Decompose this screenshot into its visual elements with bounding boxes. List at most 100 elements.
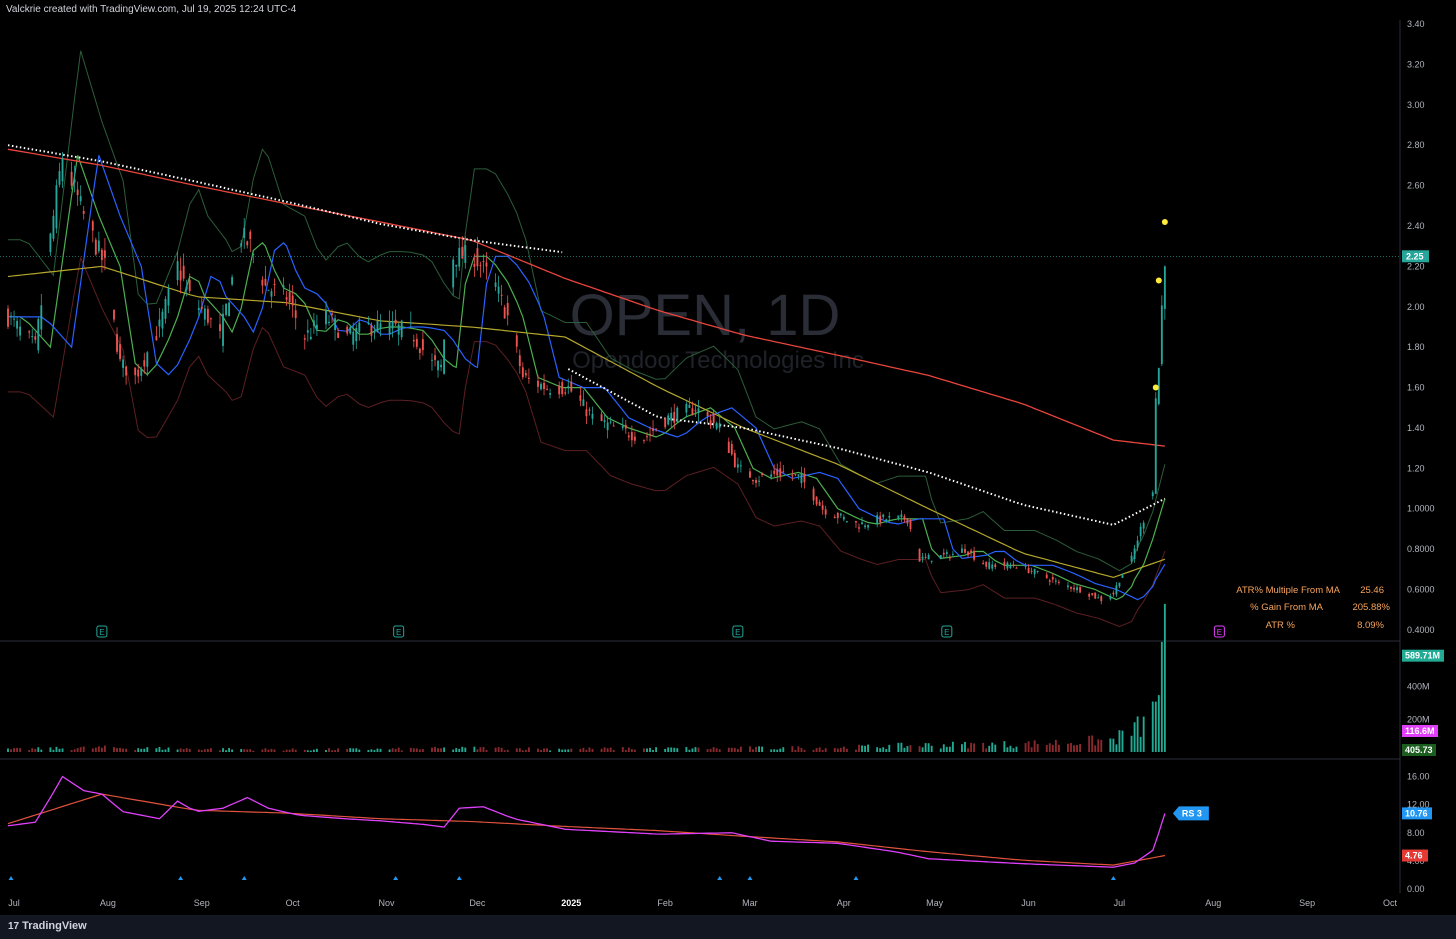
candle-body — [113, 309, 115, 320]
volume-bar — [558, 748, 561, 752]
volume-bar — [882, 747, 885, 752]
volume-bar — [970, 742, 972, 752]
candle-body — [752, 479, 754, 482]
volume-bar — [1024, 743, 1027, 752]
candle-body — [770, 474, 773, 477]
volume-bar — [879, 748, 882, 752]
candle-body — [134, 367, 137, 376]
candle-body — [1151, 492, 1154, 497]
volume-bar — [812, 749, 815, 752]
volume-bar — [503, 750, 506, 752]
candle-body — [222, 313, 224, 346]
volume-bar — [1009, 745, 1012, 752]
volume-bar — [588, 747, 591, 752]
volume-bar — [715, 748, 718, 752]
candle-body — [1142, 522, 1145, 529]
candle-body — [464, 245, 467, 263]
volume-bar — [137, 748, 140, 752]
volume-bar — [621, 747, 624, 752]
volume-bar — [727, 747, 730, 752]
volume-bar — [440, 748, 443, 752]
volume-bar — [1054, 739, 1057, 752]
candle-body — [1115, 585, 1118, 595]
volume-bar — [409, 747, 412, 752]
candle-body — [358, 322, 361, 332]
rs-axis-tick: 0.00 — [1407, 884, 1425, 894]
volume-bar — [28, 750, 31, 752]
candle-body — [1130, 555, 1133, 562]
candle-body — [1003, 561, 1006, 566]
candle-body — [800, 473, 803, 484]
stat-value-gain-from-ma: 205.88% — [1352, 602, 1390, 613]
volume-bar — [246, 749, 249, 752]
candle-body — [331, 313, 333, 315]
volume-bar — [1006, 747, 1009, 752]
chart-canvas[interactable]: OPEN, 1D Opendoor Technologies Inc EEEEE… — [0, 0, 1456, 915]
candle-body — [540, 383, 542, 390]
candle-body — [842, 516, 845, 520]
candle-body — [1054, 580, 1057, 582]
volume-bar — [34, 748, 37, 752]
candle-body — [73, 179, 76, 183]
candle-body — [864, 525, 866, 528]
candle-body — [903, 516, 906, 520]
candle-body — [815, 496, 818, 505]
candle-body — [794, 474, 797, 476]
candle-body — [688, 404, 691, 409]
volume-bar — [13, 748, 15, 752]
time-axis-tick: Sep — [1299, 898, 1315, 908]
volume-bar — [1160, 641, 1163, 752]
volume-bar — [225, 750, 227, 752]
volume-bar — [79, 747, 82, 752]
candle-body — [824, 509, 827, 515]
candle-body — [461, 247, 464, 259]
price-axis-tick: 0.6000 — [1407, 585, 1435, 595]
volume-bar — [527, 747, 530, 752]
volume-bar — [261, 749, 264, 752]
volume-bar — [633, 749, 636, 752]
volume-bar — [461, 746, 464, 752]
candle-body — [61, 157, 64, 182]
candle-body — [346, 326, 349, 334]
volume-last-label: 589.71M — [1405, 651, 1440, 661]
volume-bar — [836, 748, 839, 752]
candle-body — [845, 521, 848, 523]
candle-body — [391, 321, 394, 329]
candle-body — [28, 331, 31, 333]
volume-bar — [948, 746, 951, 752]
volume-bar — [231, 749, 234, 752]
price-axis-tick: 3.40 — [1407, 19, 1425, 29]
volume-bar — [264, 748, 267, 752]
volume-bar — [1091, 735, 1094, 752]
candle-body — [231, 277, 234, 285]
price-axis-tick: 2.60 — [1407, 181, 1425, 191]
volume-bar — [1115, 744, 1118, 752]
candle-body — [312, 320, 315, 326]
volume-bar — [770, 749, 773, 752]
price-axis-tick: 2.40 — [1407, 221, 1425, 231]
volume-bar — [197, 749, 200, 752]
candle-body — [927, 554, 930, 560]
candle-body — [982, 562, 985, 565]
candle-body — [1094, 592, 1097, 599]
candle-body — [727, 441, 730, 454]
volume-bar — [76, 748, 79, 752]
volume-bar — [1163, 603, 1166, 752]
watermark-symbol: OPEN, 1D — [570, 283, 841, 348]
candle-body — [1009, 564, 1012, 568]
tradingview-logo[interactable]: 17 TradingView — [8, 920, 87, 932]
volume-bar — [431, 747, 433, 752]
volume-bar — [1073, 745, 1075, 752]
volume-bar — [188, 748, 191, 752]
candle-body — [1076, 587, 1078, 591]
candle-body — [733, 453, 736, 468]
candle-body — [400, 320, 403, 338]
volume-bar — [349, 748, 352, 752]
volume-bar — [158, 747, 161, 752]
candle-body — [1091, 593, 1094, 595]
candle-body — [303, 338, 306, 340]
volume-bar — [752, 749, 754, 752]
volume-bar — [1079, 744, 1082, 752]
volume-bar — [94, 747, 97, 752]
candle-body — [388, 321, 391, 335]
